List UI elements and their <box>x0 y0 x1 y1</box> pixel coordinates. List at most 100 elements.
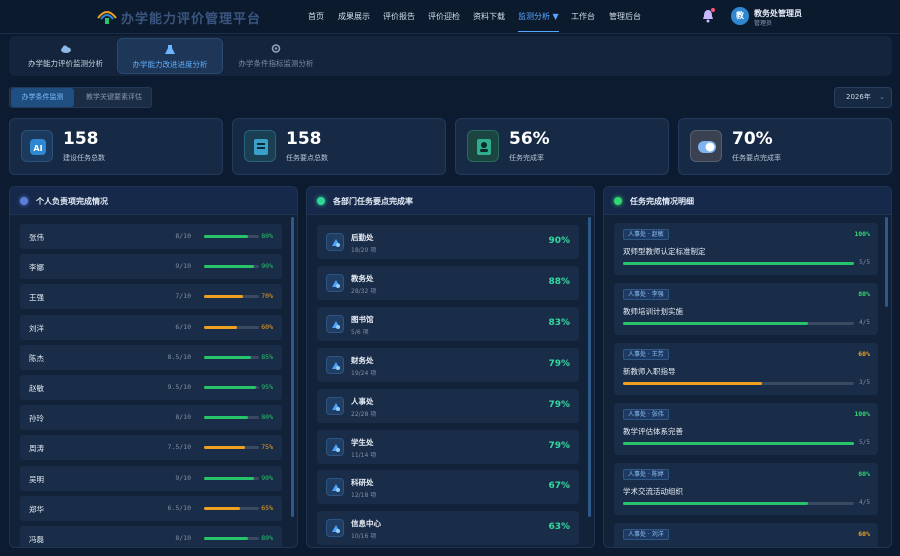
person-row[interactable]: 周涛 7.5/10 75% <box>20 435 282 461</box>
task-owner-tag: 人事处 · 刘洋 <box>623 529 669 540</box>
task-owner-tag: 人事处 · 赵敏 <box>623 229 669 240</box>
tab-label: 办学能力改进进度分析 <box>132 60 208 69</box>
person-row[interactable]: 张伟 8/10 80% <box>20 224 282 249</box>
scrollbar[interactable] <box>291 217 294 517</box>
progress-track <box>204 386 259 389</box>
progress-fill <box>204 537 248 540</box>
progress-fill <box>204 355 251 359</box>
department-icon <box>326 355 344 374</box>
segment-conditions[interactable]: 办学条件监测 <box>11 88 74 107</box>
person-name: 陈杰 <box>29 353 44 363</box>
tab-evaluation-monitoring[interactable]: 办学能力评价监测分析 <box>14 38 117 74</box>
panel-header: 各部门任务要点完成率 <box>307 187 594 215</box>
stat-label: 建设任务总数 <box>63 154 105 162</box>
department-count: 18/20 项 <box>351 247 377 254</box>
app-title: 办学能力评价管理平台 <box>121 12 262 27</box>
person-row[interactable]: 刘洋 6/10 60% <box>20 314 282 340</box>
department-percent: 79% <box>548 399 570 410</box>
person-row[interactable]: 吴明 9/10 90% <box>20 465 282 491</box>
department-count: 28/32 项 <box>351 287 377 295</box>
nav-achievements[interactable]: 成果展示 <box>338 11 370 22</box>
department-percent: 83% <box>548 317 570 328</box>
scrollbar[interactable] <box>885 217 888 307</box>
progress-track <box>204 476 259 480</box>
progress-track <box>623 322 854 325</box>
task-card[interactable]: 人事处 · 王芳 60% 新教师入职指导 3/5 <box>614 343 878 395</box>
stat-label: 任务要点完成率 <box>732 154 781 162</box>
tab-improvement-progress[interactable]: 办学能力改进进度分析 <box>117 38 223 74</box>
user-badge-icon <box>467 130 499 162</box>
progress-track <box>623 262 854 265</box>
nav-inspection[interactable]: 评价迎检 <box>428 11 460 22</box>
top-bar: 办学能力评价管理平台 首页 成果展示 评价报告 评价迎检 资料下载 监测分析 ▼… <box>0 0 900 34</box>
department-count: 5/6 项 <box>351 328 369 336</box>
nav-workbench[interactable]: 工作台 <box>571 11 595 22</box>
person-row[interactable]: 郑华 6.5/10 65% <box>20 495 282 521</box>
person-row[interactable]: 孙玲 8/10 80% <box>20 405 282 431</box>
panel-title: 任务完成情况明细 <box>630 197 694 206</box>
department-icon <box>326 396 344 415</box>
svg-text:AI: AI <box>33 144 42 153</box>
stat-card-task-rate: 56% 任务完成率 <box>455 118 669 175</box>
person-ratio: 7/10 <box>175 292 191 301</box>
stat-card-tasks: AI 158 建设任务总数 <box>9 118 223 175</box>
person-ratio: 8/10 <box>175 413 191 422</box>
task-card[interactable]: 人事处 · 张伟 100% 教学评估体系完善 5/5 <box>614 403 878 455</box>
department-row[interactable]: 人事处 22/28 项 79% <box>317 388 579 423</box>
task-owner-tag: 人事处 · 张伟 <box>623 409 669 420</box>
task-card[interactable]: 人事处 · 刘洋 60% <box>614 523 878 547</box>
person-ratio: 8.5/10 <box>167 352 191 361</box>
department-row[interactable]: 后勤处 18/20 项 90% <box>317 225 579 259</box>
task-card[interactable]: 人事处 · 李强 80% 教师培训计划实施 4/5 <box>614 283 878 335</box>
person-name: 周涛 <box>29 444 44 454</box>
department-row[interactable]: 科研处 12/18 项 67% <box>317 470 579 505</box>
department-row[interactable]: 教务处 28/32 项 88% <box>317 265 579 300</box>
department-percent: 67% <box>548 481 570 492</box>
panel-header: 个人负责项完成情况 <box>10 187 297 215</box>
person-ratio: 8/10 <box>175 232 191 240</box>
person-percent: 65% <box>261 503 273 512</box>
stat-value: 70% <box>732 129 773 149</box>
person-ratio: 7.5/10 <box>167 443 191 452</box>
department-name: 人事处 <box>351 396 374 406</box>
department-row[interactable]: 图书馆 5/6 项 83% <box>317 306 579 341</box>
person-row[interactable]: 李娜 9/10 90% <box>20 254 282 280</box>
segment-key-elements[interactable]: 教学关键要素评估 <box>76 88 152 107</box>
progress-track <box>204 295 259 299</box>
department-row[interactable]: 财务处 19/24 项 79% <box>317 347 579 382</box>
department-row[interactable]: 信息中心 10/16 项 63% <box>317 511 579 546</box>
task-owner-tag: 人事处 · 李强 <box>623 289 669 300</box>
nav-home[interactable]: 首页 <box>308 11 324 22</box>
department-icon <box>326 273 344 292</box>
tab-label: 办学能力评价监测分析 <box>28 59 103 68</box>
year-select[interactable]: 2026年 ⌄ <box>834 87 892 108</box>
avatar[interactable]: 教 <box>731 7 749 25</box>
department-row[interactable]: 学生处 11/14 项 79% <box>317 429 579 464</box>
person-percent: 70% <box>261 292 273 301</box>
person-percent: 80% <box>261 232 273 240</box>
personal-completion-panel: 个人负责项完成情况 张伟 8/10 80% 李娜 9/10 90% 王强 7/10 70% 刘洋 6… <box>9 186 298 548</box>
progress-track <box>204 506 259 510</box>
task-ratio: 5/5 <box>859 439 870 446</box>
progress-track <box>204 325 259 329</box>
nav-reports[interactable]: 评价报告 <box>383 11 415 22</box>
analysis-tabs: 办学能力评价监测分析 办学能力改进进度分析 办学条件指标监测分析 <box>9 36 892 76</box>
person-row[interactable]: 陈杰 8.5/10 85% <box>20 344 282 370</box>
tab-condition-indicators[interactable]: 办学条件指标监测分析 <box>223 38 329 74</box>
progress-fill <box>204 476 254 480</box>
nav-admin[interactable]: 管理后台 <box>609 11 641 22</box>
task-card[interactable]: 人事处 · 陈婷 80% 学术交流活动组织 4/5 <box>614 463 878 515</box>
person-row[interactable]: 冯磊 8/10 80% <box>20 526 282 547</box>
person-name: 冯磊 <box>29 535 44 544</box>
nav-downloads[interactable]: 资料下载 <box>473 11 505 22</box>
department-icon <box>326 519 344 538</box>
task-name: 双师型教师认定标准制定 <box>623 247 706 256</box>
person-percent: 80% <box>261 413 273 422</box>
task-card[interactable]: 人事处 · 赵敏 100% 双师型教师认定标准制定 5/5 <box>614 223 878 275</box>
person-row[interactable]: 王强 7/10 70% <box>20 284 282 310</box>
nav-monitoring[interactable]: 监测分析 ▼ <box>518 11 559 32</box>
scrollbar[interactable] <box>588 217 591 517</box>
person-row[interactable]: 赵敏 9.5/10 95% <box>20 375 282 400</box>
panel-dot-icon <box>317 197 325 205</box>
progress-track <box>623 382 854 385</box>
